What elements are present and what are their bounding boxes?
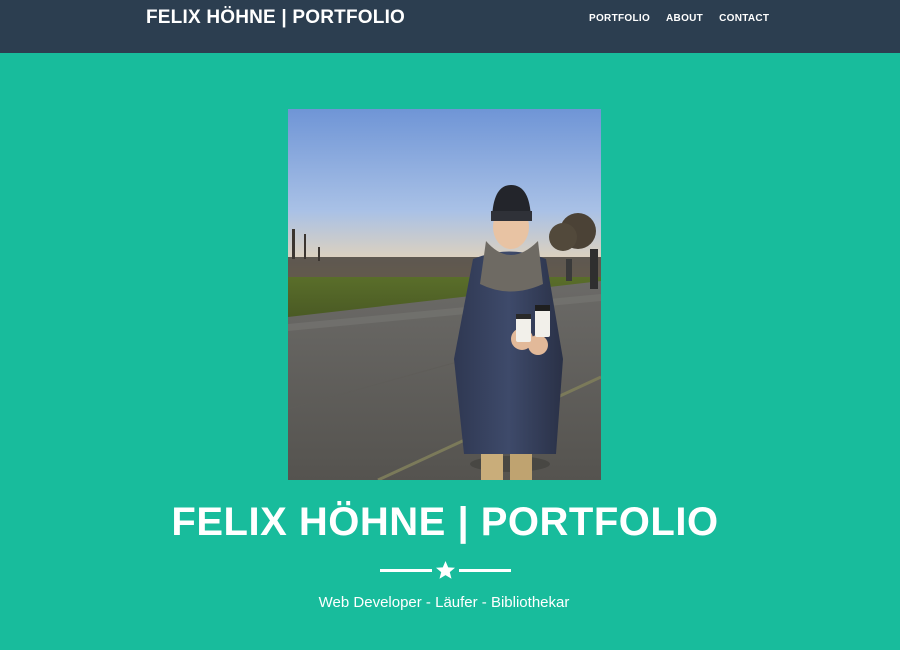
profile-photo-image <box>288 109 601 480</box>
navbar: FELIX HÖHNE | PORTFOLIO PORTFOLIO ABOUT … <box>0 0 900 53</box>
star-icon <box>436 561 455 579</box>
nav-link-about[interactable]: ABOUT <box>666 13 703 24</box>
nav-link-contact[interactable]: CONTACT <box>719 13 769 24</box>
hero-subtitle: Web Developer - Läufer - Bibliothekar <box>318 594 570 611</box>
brand-link[interactable]: FELIX HÖHNE | PORTFOLIO <box>146 7 405 29</box>
hero-section: FELIX HÖHNE | PORTFOLIO Web Developer - … <box>0 53 900 650</box>
nav-link-portfolio[interactable]: PORTFOLIO <box>589 13 650 24</box>
nav-links: PORTFOLIO ABOUT CONTACT <box>589 13 769 24</box>
profile-photo <box>288 109 601 480</box>
divider <box>380 561 511 579</box>
divider-line-left <box>380 569 432 572</box>
divider-line-right <box>459 569 511 572</box>
hero-title: FELIX HÖHNE | PORTFOLIO <box>171 500 719 544</box>
